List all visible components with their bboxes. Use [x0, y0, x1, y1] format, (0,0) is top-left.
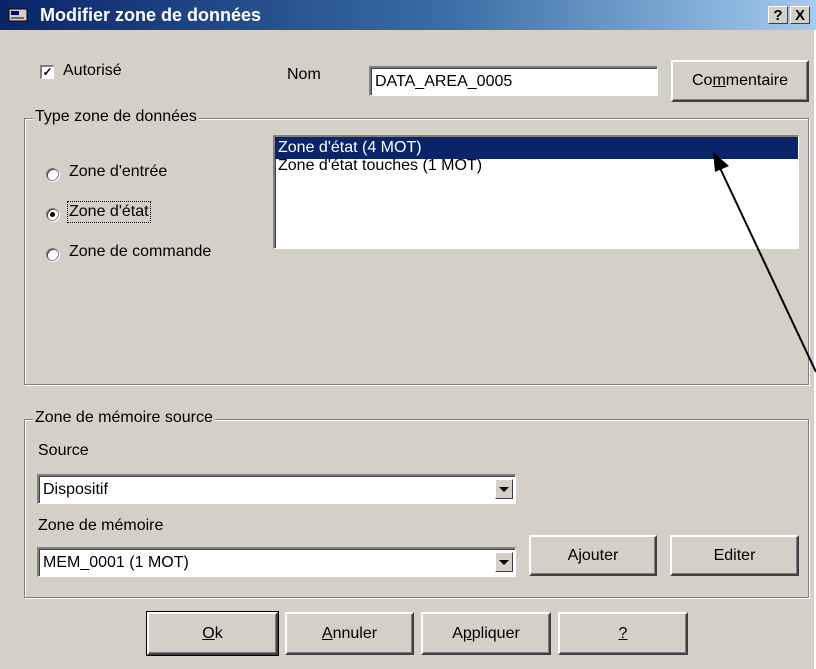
- dialog-window: Modifier zone de données ? X ✓ Autorisé …: [0, 0, 816, 669]
- annotation-arrow-icon: [713, 152, 816, 373]
